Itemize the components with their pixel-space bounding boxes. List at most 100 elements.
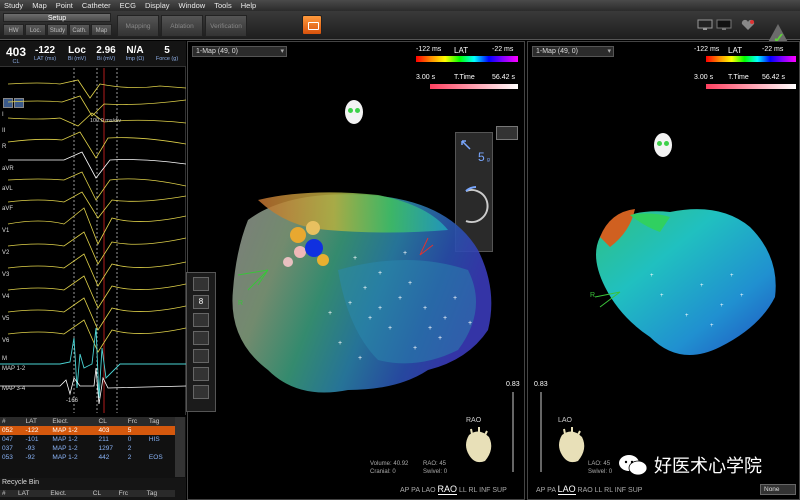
orient-rao[interactable]: RAO: [578, 487, 593, 494]
menu-study[interactable]: Study: [4, 1, 23, 10]
ecg-tracings[interactable]: I II R aVR aVL aVF V1 V2 V3 V4 V5 V6 M M…: [0, 68, 186, 413]
map1-anatomy-render[interactable]: R + + + + + + + + + + + + + + + + + + + +: [228, 190, 498, 430]
monitor-icon[interactable]: [697, 19, 713, 31]
watermark: 好医术心学院: [618, 452, 762, 478]
menu-catheter[interactable]: Catheter: [82, 1, 111, 10]
tab-mapping[interactable]: Mapping: [117, 15, 159, 37]
map1-orientation-heart-icon[interactable]: [461, 425, 497, 467]
map2-anatomy-render[interactable]: R + + + + + + + +: [590, 197, 790, 367]
svg-text:+: +: [423, 305, 427, 312]
orient-inf[interactable]: INF: [479, 487, 490, 494]
readout-lat: -122 LAT (ms): [33, 45, 57, 62]
lead-label-v1: V1: [2, 228, 10, 234]
orient-lao[interactable]: LAO: [557, 484, 576, 495]
orient-ll[interactable]: LL: [459, 487, 467, 494]
recycle-col-index[interactable]: #: [0, 490, 16, 497]
orient-pa[interactable]: PA: [411, 487, 419, 494]
table-row[interactable]: 047 -101 MAP 1-2 211 0 HIS: [0, 435, 175, 444]
map2-lat-colorbar: [706, 56, 796, 62]
orient-rl[interactable]: RL: [468, 487, 477, 494]
lead-label-v2: V2: [2, 250, 10, 256]
cell-index: 047: [2, 436, 13, 443]
map-viewport-2[interactable]: 1-Map (49, 0) -122 ms LAT -22 ms 3.00 s …: [527, 41, 800, 500]
map2-transparency-slider[interactable]: [540, 392, 542, 472]
paint-tool-icon[interactable]: [193, 331, 209, 345]
cell-lat: -101: [25, 436, 39, 443]
lead-label-r: R: [2, 144, 7, 150]
tab-map[interactable]: Map: [91, 24, 112, 36]
col-header-frc[interactable]: Frc: [125, 417, 147, 426]
orient-ll[interactable]: LL: [595, 487, 603, 494]
svg-text:+: +: [428, 325, 432, 332]
cell-cl: 403: [96, 426, 126, 435]
table-row[interactable]: 053 -92 MAP 1-2 442 2 EOS: [0, 453, 175, 462]
menu-tools[interactable]: Tools: [214, 1, 232, 10]
orient-lao[interactable]: LAO: [422, 487, 436, 494]
setup-button[interactable]: Setup: [3, 13, 111, 22]
orient-ap[interactable]: AP: [536, 487, 545, 494]
heart-icon[interactable]: [740, 19, 756, 31]
cranial-value: 0: [392, 469, 396, 475]
color-tool-icon[interactable]: [193, 367, 209, 381]
tab-cath[interactable]: Cath.: [69, 24, 90, 36]
col-header-index[interactable]: #: [0, 417, 24, 426]
table-row[interactable]: 052 -122 MAP 1-2 403 5: [0, 426, 175, 435]
ecg-time-marker: -166: [66, 398, 79, 404]
orient-pa[interactable]: PA: [547, 487, 555, 494]
col-header-tag[interactable]: Tag: [146, 417, 175, 426]
orient-rao[interactable]: RAO: [437, 484, 458, 495]
menu-ecg[interactable]: ECG: [120, 1, 136, 10]
col-header-lat[interactable]: LAT: [23, 417, 51, 426]
map1-transparency-slider[interactable]: [512, 392, 514, 472]
col-header-cl[interactable]: CL: [96, 417, 126, 426]
table-scrollbar[interactable]: [175, 417, 185, 477]
display-mode-select[interactable]: None: [760, 484, 796, 495]
tab-study[interactable]: Study: [47, 24, 68, 36]
recycle-col-frc[interactable]: Frc: [116, 490, 145, 497]
catheter-tool-icon[interactable]: [193, 277, 209, 291]
orient-sup[interactable]: SUP: [492, 487, 506, 494]
map1-select[interactable]: 1-Map (49, 0): [192, 46, 287, 57]
menu-window[interactable]: Window: [179, 1, 206, 10]
tab-hw[interactable]: HW: [3, 24, 24, 36]
map2-select[interactable]: 1-Map (49, 0): [532, 46, 614, 57]
recycle-col-tag[interactable]: Tag: [144, 490, 175, 497]
menu-map[interactable]: Map: [32, 1, 47, 10]
cell-elect: MAP 1-2: [52, 445, 78, 452]
rao-label: RAO:: [423, 461, 438, 467]
readout-bipolar: 2.96 Bi (mV): [96, 45, 116, 62]
orient-rl[interactable]: RL: [604, 487, 613, 494]
orient-sup[interactable]: SUP: [628, 487, 642, 494]
point-size-value[interactable]: 8: [193, 295, 209, 309]
more-tools-icon[interactable]: [193, 385, 209, 399]
grid-view-icon[interactable]: [496, 126, 518, 140]
snapshot-camera-icon[interactable]: [302, 15, 322, 35]
col-header-elect[interactable]: Elect.: [50, 417, 97, 426]
map2-orientation-heart-icon[interactable]: [554, 425, 590, 467]
menu-display[interactable]: Display: [145, 1, 170, 10]
svg-text:+: +: [328, 310, 332, 317]
lead-label-v6: V6: [2, 338, 10, 344]
table-row[interactable]: 037 -93 MAP 1-2 1297 2: [0, 444, 175, 453]
menu-help[interactable]: Help: [241, 1, 256, 10]
svg-text:+: +: [468, 320, 472, 327]
map-viewport-1[interactable]: 1-Map (49, 0) -122 ms LAT -22 ms 3.00 s …: [187, 41, 525, 500]
recycle-col-lat[interactable]: LAT: [15, 490, 49, 497]
recycle-col-elect[interactable]: Elect.: [48, 490, 91, 497]
monitor-off-icon[interactable]: [716, 19, 732, 31]
lao-value: 45: [603, 461, 611, 467]
tab-ablation[interactable]: Ablation: [161, 15, 203, 37]
recycle-col-cl[interactable]: CL: [90, 490, 117, 497]
svg-text:+: +: [403, 250, 407, 257]
tab-loc[interactable]: Loc.: [25, 24, 46, 36]
volume-value: 40.92: [393, 461, 409, 467]
orient-inf[interactable]: INF: [615, 487, 626, 494]
menu-point[interactable]: Point: [56, 1, 73, 10]
cell-cl: 211: [98, 436, 109, 443]
view-tool-icon[interactable]: [193, 349, 209, 363]
tab-verification[interactable]: Verification: [205, 15, 247, 37]
cell-tag: [146, 426, 175, 435]
map-tool-icon[interactable]: [193, 313, 209, 327]
cell-tag: HIS: [148, 436, 160, 443]
orient-ap[interactable]: AP: [400, 487, 409, 494]
